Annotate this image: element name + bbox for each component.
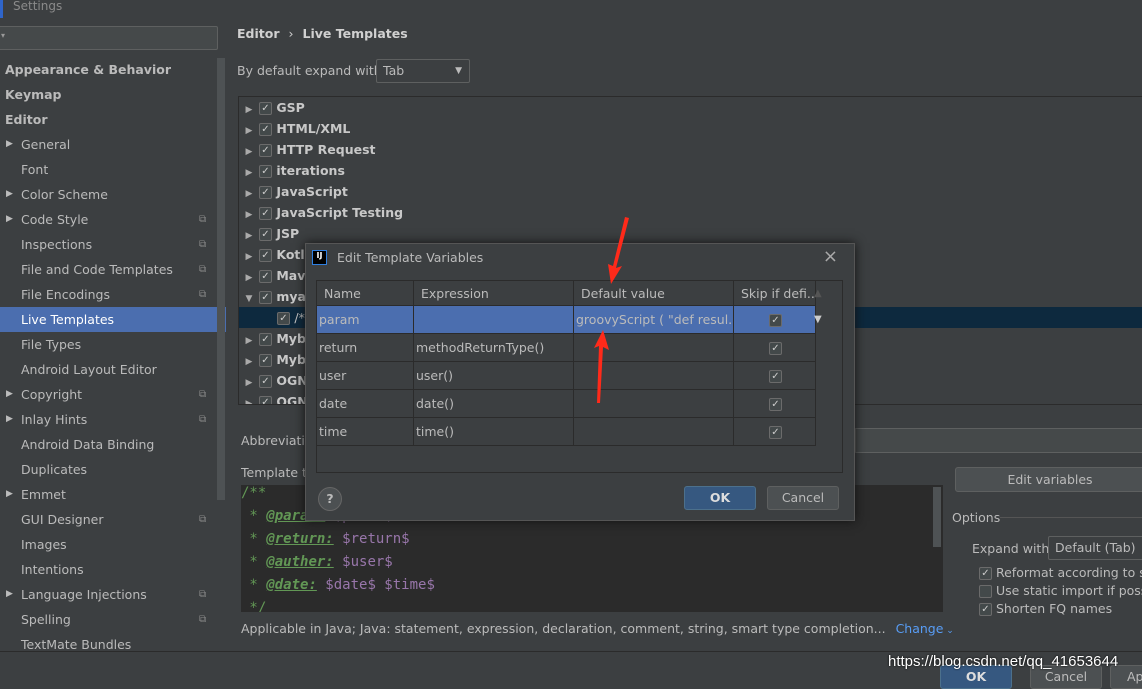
- annotation-arrow-down: [608, 217, 629, 284]
- annotation-arrow-up: [594, 330, 609, 403]
- annotation-arrows: [594, 217, 629, 403]
